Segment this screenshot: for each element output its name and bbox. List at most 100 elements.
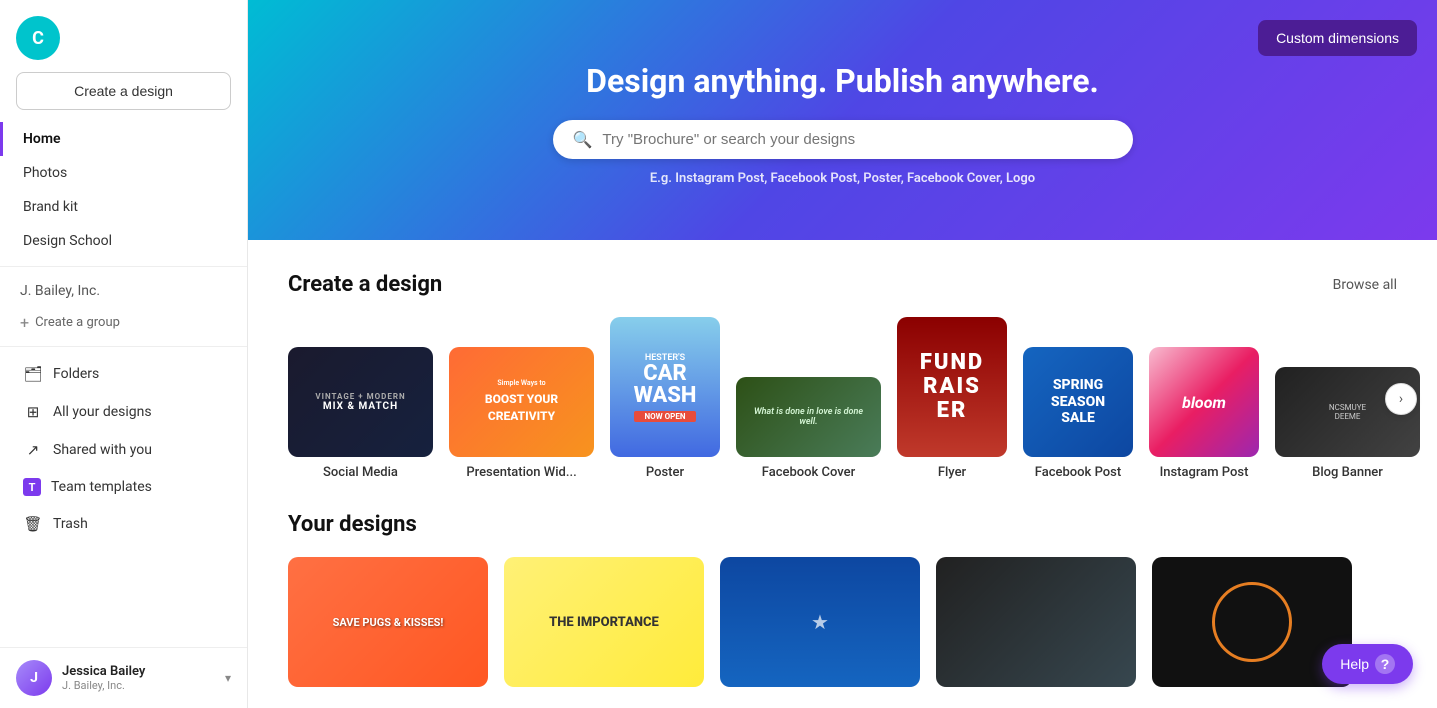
chevron-down-icon: ▾ xyxy=(225,671,231,685)
design-card-blue[interactable]: ★ xyxy=(720,557,920,687)
sidebar-item-trash[interactable]: 🗑 Trash xyxy=(0,505,247,543)
card-label-social-media: Social Media xyxy=(323,465,398,480)
shared-label: Shared with you xyxy=(53,442,152,458)
examples-prefix: E.g. xyxy=(650,171,672,186)
your-designs-section: Your designs SAVE PUGS & KISSES! THE IMP… xyxy=(288,512,1397,687)
your-designs-header: Your designs xyxy=(288,512,1397,537)
design-school-label: Design School xyxy=(23,233,112,249)
trash-label: Trash xyxy=(53,516,88,532)
design-card-dark[interactable] xyxy=(936,557,1136,687)
main-content: Custom dimensions Design anything. Publi… xyxy=(248,0,1437,708)
card-facebook-cover[interactable]: What is done in love is done well. Faceb… xyxy=(736,377,881,480)
hero-title: Design anything. Publish anywhere. xyxy=(586,62,1099,100)
poster-thumb-text: HESTER'S CAR WASH NOW OPEN xyxy=(634,353,697,422)
canva-logo[interactable]: C xyxy=(16,16,60,60)
card-flyer[interactable]: FUNDRAISER Flyer xyxy=(897,317,1007,480)
card-social-media[interactable]: VINTAGE + MODERN MIX & MATCH Social Medi… xyxy=(288,347,433,480)
your-designs-row: SAVE PUGS & KISSES! THE IMPORTANCE ★ xyxy=(288,557,1397,687)
logo-area: C xyxy=(0,0,247,72)
team-label[interactable]: J. Bailey, Inc. xyxy=(0,275,247,307)
card-thumb-social-media: VINTAGE + MODERN MIX & MATCH xyxy=(288,347,433,457)
all-designs-label: All your designs xyxy=(53,404,152,420)
card-label-presentation: Presentation Wid... xyxy=(466,465,576,480)
presentation-thumb-text: Simple Ways to BOOST YOUR CREATIVITY xyxy=(459,379,584,424)
share-icon: ↗ xyxy=(23,440,43,460)
folders-label: Folders xyxy=(53,366,99,382)
sidebar-item-brand-kit[interactable]: Brand kit xyxy=(0,190,247,224)
divider-2 xyxy=(0,346,247,347)
user-info: J Jessica Bailey J. Bailey, Inc. xyxy=(16,660,145,696)
examples-text: Instagram Post, Facebook Post, Poster, F… xyxy=(675,171,1035,186)
sidebar-item-design-school[interactable]: Design School xyxy=(0,224,247,258)
photos-label: Photos xyxy=(23,165,67,181)
sidebar-item-all-designs[interactable]: ⊞ All your designs xyxy=(0,393,247,431)
help-icon: ? xyxy=(1375,654,1395,674)
user-profile[interactable]: J Jessica Bailey J. Bailey, Inc. ▾ xyxy=(0,647,247,708)
card-poster[interactable]: HESTER'S CAR WASH NOW OPEN Poster xyxy=(610,317,720,480)
sidebar: C Create a design Home Photos Brand kit … xyxy=(0,0,248,708)
home-label: Home xyxy=(23,131,61,147)
help-button[interactable]: Help ? xyxy=(1322,644,1413,684)
card-thumb-poster: HESTER'S CAR WASH NOW OPEN xyxy=(610,317,720,457)
main-nav: Home Photos Brand kit Design School xyxy=(0,122,247,258)
card-label-poster: Poster xyxy=(646,465,684,480)
grid-icon: ⊞ xyxy=(23,402,43,422)
card-thumb-flyer: FUNDRAISER xyxy=(897,317,1007,457)
card-label-blog-banner: Blog Banner xyxy=(1312,465,1383,480)
user-org: J. Bailey, Inc. xyxy=(62,679,145,692)
user-details: Jessica Bailey J. Bailey, Inc. xyxy=(62,664,145,692)
create-design-button[interactable]: Create a design xyxy=(16,72,231,110)
card-presentation[interactable]: Simple Ways to BOOST YOUR CREATIVITY Pre… xyxy=(449,347,594,480)
design-card-pugs[interactable]: SAVE PUGS & KISSES! xyxy=(288,557,488,687)
create-design-section-header: Create a design Browse all xyxy=(288,272,1397,297)
search-input[interactable] xyxy=(602,131,1112,148)
design-type-cards: VINTAGE + MODERN MIX & MATCH Social Medi… xyxy=(288,317,1397,480)
facebook-cover-thumb-text: What is done in love is done well. xyxy=(744,407,873,427)
card-thumb-facebook-cover: What is done in love is done well. xyxy=(736,377,881,457)
importance-text: THE IMPORTANCE xyxy=(541,607,667,638)
pugs-text: SAVE PUGS & KISSES! xyxy=(325,608,452,637)
your-designs-title: Your designs xyxy=(288,512,417,537)
team-templates-label: Team templates xyxy=(51,479,152,495)
hero-banner: Custom dimensions Design anything. Publi… xyxy=(248,0,1437,240)
create-group[interactable]: + Create a group xyxy=(0,307,247,338)
social-media-thumb-text: VINTAGE + MODERN MIX & MATCH xyxy=(315,392,405,412)
browse-all-link[interactable]: Browse all xyxy=(1333,277,1397,293)
design-card-importance[interactable]: THE IMPORTANCE xyxy=(504,557,704,687)
brand-kit-label: Brand kit xyxy=(23,199,78,215)
help-label: Help xyxy=(1340,656,1369,672)
search-icon: 🔍 xyxy=(573,130,593,149)
avatar: J xyxy=(16,660,52,696)
sidebar-item-folders[interactable]: 🗂 Folders xyxy=(0,355,247,393)
blog-banner-thumb-text: NCSMUYEDEEME xyxy=(1329,403,1366,421)
facebook-post-thumb-text: springSeasonsale xyxy=(1051,377,1105,427)
card-thumb-instagram-post: bloom xyxy=(1149,347,1259,457)
search-bar: 🔍 xyxy=(553,120,1133,159)
flyer-thumb-text: FUNDRAISER xyxy=(920,351,984,424)
card-thumb-facebook-post: springSeasonsale xyxy=(1023,347,1133,457)
card-label-flyer: Flyer xyxy=(938,465,966,480)
plus-icon: + xyxy=(20,313,29,332)
custom-dimensions-button[interactable]: Custom dimensions xyxy=(1258,20,1417,56)
divider-1 xyxy=(0,266,247,267)
card-thumb-presentation: Simple Ways to BOOST YOUR CREATIVITY xyxy=(449,347,594,457)
content-area: Create a design Browse all VINTAGE + MOD… xyxy=(248,240,1437,708)
card-label-instagram-post: Instagram Post xyxy=(1160,465,1249,480)
card-facebook-post[interactable]: springSeasonsale Facebook Post xyxy=(1023,347,1133,480)
create-design-title: Create a design xyxy=(288,272,442,297)
card-label-facebook-cover: Facebook Cover xyxy=(762,465,855,480)
create-group-label: Create a group xyxy=(35,315,120,330)
instagram-post-thumb-text: bloom xyxy=(1182,393,1226,412)
card-instagram-post[interactable]: bloom Instagram Post xyxy=(1149,347,1259,480)
sidebar-item-home[interactable]: Home xyxy=(0,122,247,156)
folder-icon: 🗂 xyxy=(23,364,43,384)
trash-icon: 🗑 xyxy=(23,514,43,534)
user-name: Jessica Bailey xyxy=(62,664,145,679)
card-label-facebook-post: Facebook Post xyxy=(1035,465,1121,480)
carousel-next-arrow[interactable]: › xyxy=(1385,383,1417,415)
sidebar-item-team-templates[interactable]: T Team templates xyxy=(0,469,247,505)
team-icon: T xyxy=(23,478,41,496)
canva-logo-text: C xyxy=(32,28,44,49)
sidebar-item-photos[interactable]: Photos xyxy=(0,156,247,190)
sidebar-item-shared[interactable]: ↗ Shared with you xyxy=(0,431,247,469)
